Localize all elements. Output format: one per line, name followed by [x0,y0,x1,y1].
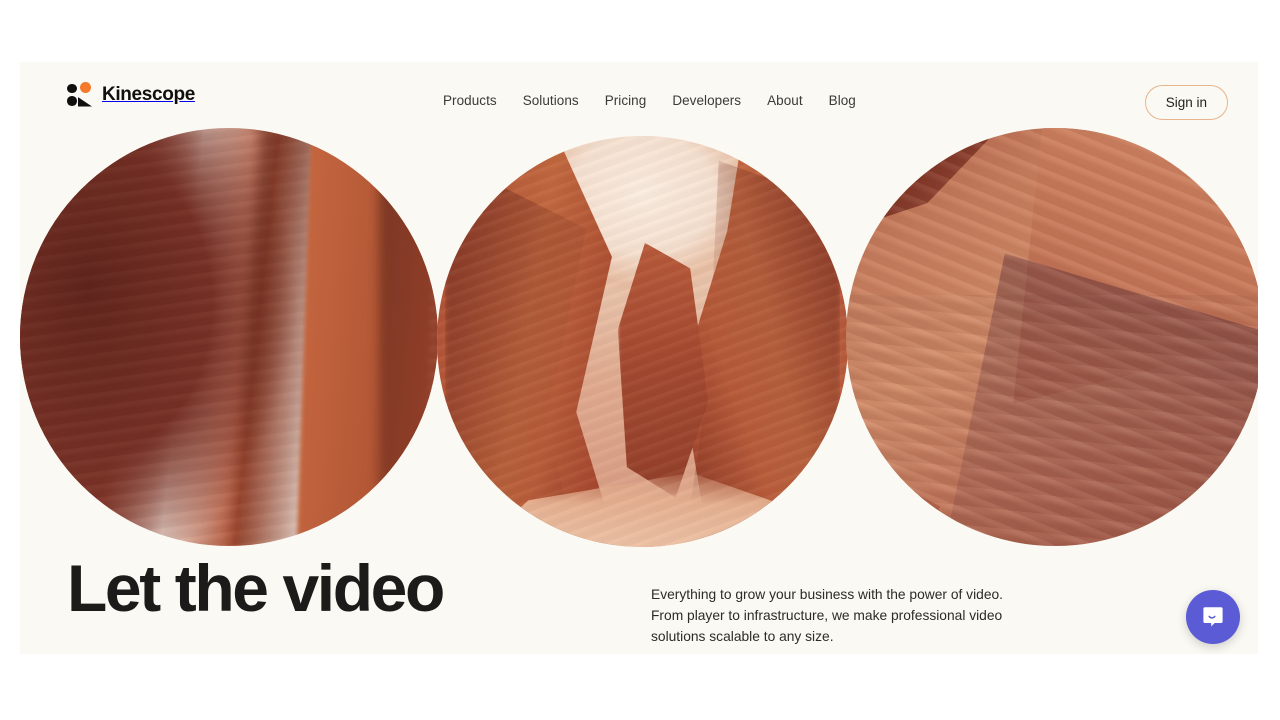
site-page: Kinescope Products Solutions Pricing Dev… [20,62,1258,654]
site-header: Kinescope Products Solutions Pricing Dev… [20,62,1258,138]
nav-item-products[interactable]: Products [430,87,510,114]
hero-description-line-2: From player to infrastructure, we make p… [651,608,1003,623]
hero-description: Everything to grow your business with th… [651,584,1041,647]
nav-item-pricing[interactable]: Pricing [592,87,660,114]
brand-logo-link[interactable]: Kinescope [67,82,195,108]
hero-circle-image-1 [20,128,438,546]
intercom-chat-launcher-button[interactable] [1186,590,1240,644]
primary-nav: Products Solutions Pricing Developers Ab… [430,62,869,138]
nav-item-solutions[interactable]: Solutions [510,87,592,114]
hero-circle-image-2 [437,136,848,547]
brand-name: Kinescope [102,84,195,105]
hero-circle-image-3 [846,128,1258,546]
hero-description-line-3: solutions scalable to any size. [651,629,834,644]
hero-description-line-1: Everything to grow your business with th… [651,587,1004,602]
nav-item-developers[interactable]: Developers [659,87,754,114]
browser-viewport: Kinescope Products Solutions Pricing Dev… [0,0,1280,720]
intercom-chat-icon [1203,607,1223,627]
hero-headline: Let the video [67,551,445,625]
sign-in-button[interactable]: Sign in [1144,85,1228,120]
nav-item-about[interactable]: About [754,87,816,114]
kinescope-logo-icon [67,82,93,108]
nav-item-blog[interactable]: Blog [816,87,869,114]
